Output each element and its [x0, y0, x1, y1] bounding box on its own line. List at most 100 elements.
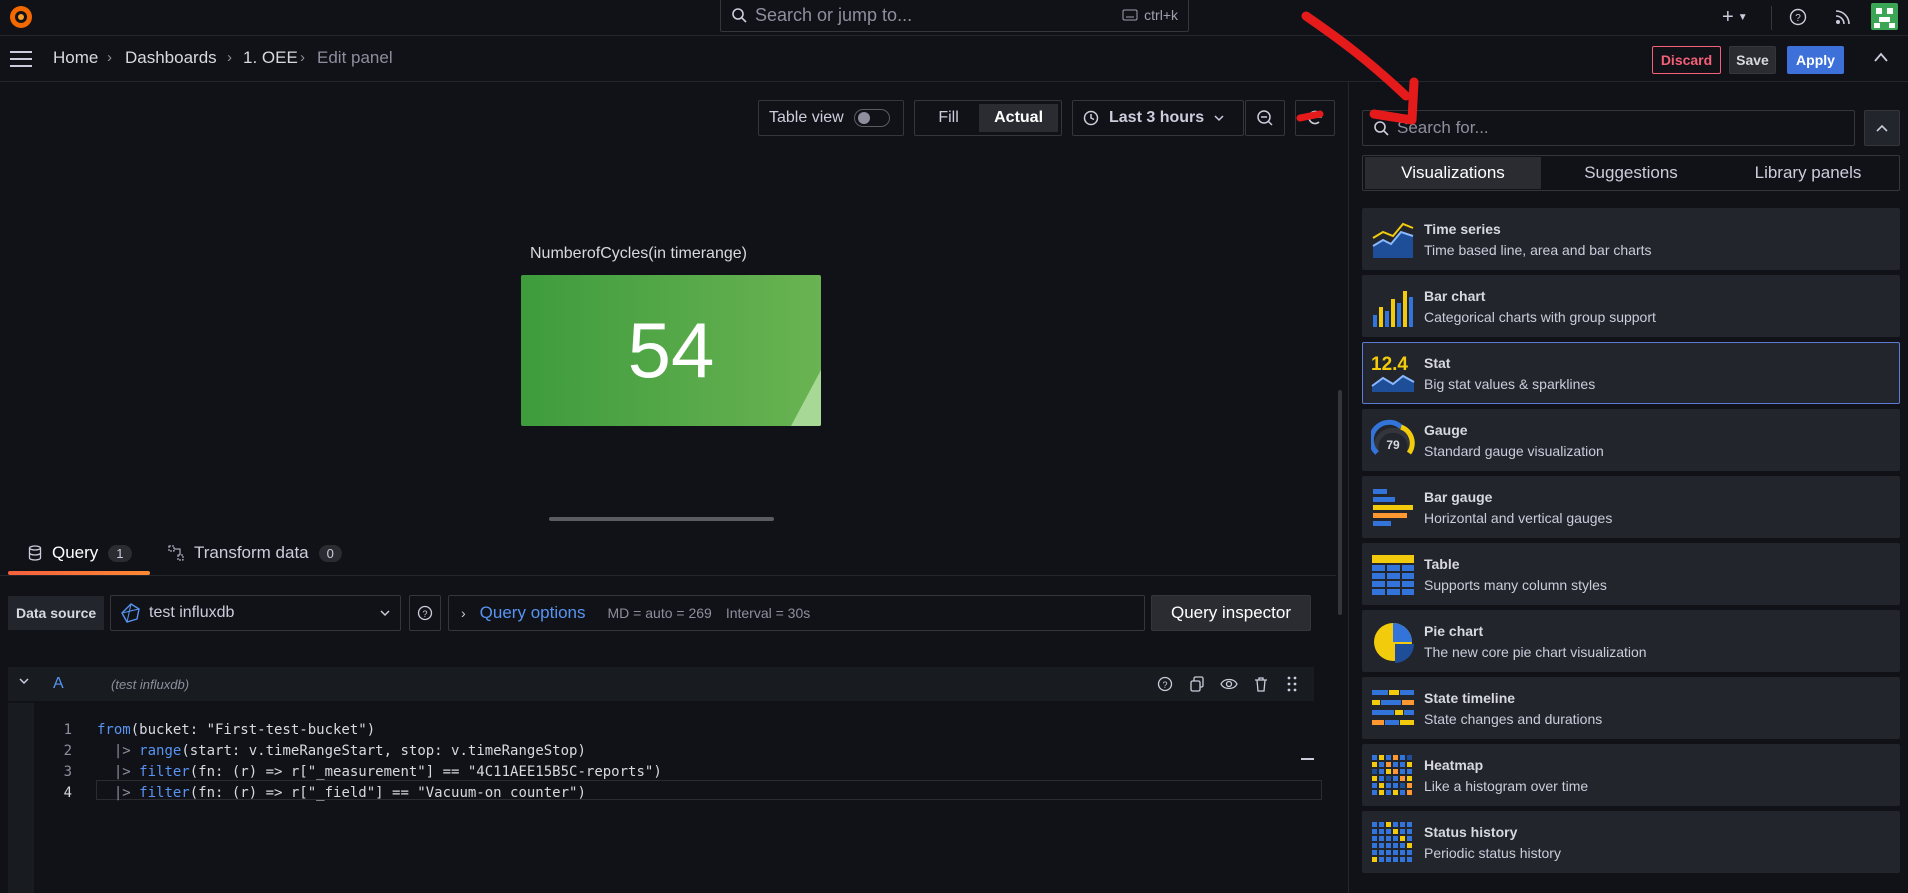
query-ref-id[interactable]: A — [53, 675, 64, 693]
user-avatar[interactable] — [1871, 3, 1898, 30]
code-line[interactable]: |> filter(fn: (r) => r["_measurement"] =… — [97, 764, 662, 780]
heatmap-icon — [1371, 754, 1415, 798]
code-line[interactable]: |> filter(fn: (r) => r["_field"] == "Vac… — [97, 785, 586, 801]
breadcrumb-separator: › — [107, 49, 112, 66]
visualization-title: Heatmap — [1424, 757, 1484, 773]
code-args: (start: v.timeRangeStart, stop: v.timeRa… — [181, 743, 586, 759]
code-keyword: range — [139, 743, 182, 759]
tab-query[interactable]: Query 1 — [28, 543, 132, 563]
visualization-card-table[interactable]: Table Supports many column styles — [1362, 543, 1900, 605]
code-pipe: |> — [97, 764, 140, 780]
visualization-card-heatmap[interactable]: Heatmap Like a histogram over time — [1362, 744, 1900, 806]
collapse-pane-button[interactable] — [1864, 110, 1900, 146]
tab-query-label: Query — [52, 543, 99, 562]
status-history-icon — [1371, 821, 1415, 865]
visualization-card-gauge[interactable]: 79 Gauge Standard gauge visualization — [1362, 409, 1900, 471]
top-bar: Search or jump to... ctrl+k + ▼ ? — [0, 0, 1908, 36]
visualization-card-time-series[interactable]: Time series Time based line, area and bar… — [1362, 208, 1900, 270]
query-inspector-button[interactable]: Query inspector — [1151, 595, 1311, 631]
transform-icon — [168, 545, 184, 561]
time-series-icon — [1371, 218, 1415, 262]
visualization-card-pie-chart[interactable]: Pie chart The new core pie chart visualiz… — [1362, 610, 1900, 672]
visualization-search-input[interactable]: Search for... — [1362, 110, 1855, 146]
annotation-arrow — [1296, 11, 1419, 125]
visualization-card-status-history[interactable]: Status history Periodic status history — [1362, 811, 1900, 873]
svg-text:?: ? — [422, 609, 427, 619]
pie-chart-icon — [1371, 620, 1415, 664]
help-icon: ? — [417, 605, 433, 621]
pane-resize-scrollbar[interactable] — [1338, 390, 1342, 615]
svg-text:?: ? — [1795, 13, 1801, 24]
apply-button[interactable]: Apply — [1787, 46, 1844, 74]
grafana-logo-icon[interactable] — [8, 4, 34, 30]
tab-transform-data[interactable]: Transform data 0 — [168, 543, 342, 563]
search-shortcut: ctrl+k — [1122, 7, 1178, 23]
table-icon — [1371, 553, 1415, 597]
duplicate-icon[interactable] — [1189, 676, 1205, 692]
breadcrumb-dashboards[interactable]: Dashboards — [125, 48, 217, 68]
visualization-description: Like a histogram over time — [1424, 778, 1589, 794]
eye-icon[interactable] — [1220, 677, 1238, 691]
chevron-down-icon — [380, 609, 390, 617]
tab-suggestions[interactable]: Suggestions — [1543, 157, 1719, 189]
panel-resize-handle[interactable] — [549, 517, 774, 521]
fill-actual-toggle-group: Fill Actual — [914, 100, 1062, 136]
help-icon[interactable]: ? — [1789, 8, 1807, 26]
zoom-out-icon — [1256, 109, 1274, 127]
discard-button[interactable]: Discard — [1652, 46, 1721, 74]
news-rss-icon[interactable] — [1834, 8, 1852, 26]
line-number: 4 — [63, 785, 72, 801]
time-range-picker[interactable]: Last 3 hours — [1072, 100, 1244, 136]
data-source-picker[interactable]: test influxdb — [110, 595, 401, 631]
visualization-title: Gauge — [1424, 422, 1468, 438]
visualization-card-bar-chart[interactable]: Bar chart Categorical charts with group s… — [1362, 275, 1900, 337]
breadcrumb-home[interactable]: Home — [53, 48, 98, 68]
gauge-icon-value: 79 — [1386, 438, 1400, 452]
global-search-input[interactable]: Search or jump to... ctrl+k — [720, 0, 1189, 32]
actual-option[interactable]: Actual — [979, 104, 1058, 132]
chevron-up-icon — [1876, 124, 1888, 132]
divider — [0, 575, 1336, 576]
data-source-help-button[interactable]: ? — [409, 595, 441, 631]
visualization-card-bar-gauge[interactable]: Bar gauge Horizontal and vertical gauges — [1362, 476, 1900, 538]
data-source-label: Data source — [8, 596, 105, 630]
save-button[interactable]: Save — [1729, 46, 1776, 74]
breadcrumb-current: Edit panel — [317, 48, 393, 67]
tab-query-count: 1 — [108, 544, 132, 562]
table-view-toggle[interactable]: Table view — [758, 100, 904, 136]
visualization-title: Time series — [1424, 221, 1501, 237]
code-pipe: |> — [97, 785, 140, 801]
chevron-down-icon[interactable] — [19, 677, 29, 685]
code-line[interactable]: from(bucket: "First-test-bucket") — [97, 722, 375, 738]
visualization-title: Bar gauge — [1424, 489, 1493, 505]
zoom-out-button[interactable] — [1245, 100, 1285, 136]
drag-handle-icon[interactable] — [1287, 676, 1297, 692]
code-args: (bucket: "First-test-bucket") — [130, 722, 376, 738]
menu-icon[interactable] — [10, 50, 32, 68]
new-menu-button[interactable]: + ▼ — [1722, 6, 1748, 29]
panel-title[interactable]: NumberofCycles(in timerange) — [530, 245, 747, 263]
visualization-description: Horizontal and vertical gauges — [1424, 510, 1613, 526]
stat-value: 54 — [627, 306, 715, 394]
toggle-switch[interactable] — [853, 109, 890, 127]
trash-icon[interactable] — [1253, 676, 1269, 692]
fill-option[interactable]: Fill — [918, 109, 979, 127]
visualization-description: Time based line, area and bar charts — [1424, 242, 1652, 258]
breadcrumb-dashboard[interactable]: 1. OEE — [243, 48, 298, 68]
plus-icon: + — [1722, 6, 1734, 28]
visualization-description: Supports many column styles — [1424, 577, 1607, 593]
query-options-md: MD = auto = 269 — [607, 605, 712, 621]
svg-text:?: ? — [1162, 680, 1167, 690]
query-options-label[interactable]: Query options — [480, 603, 586, 623]
chevron-up-icon[interactable] — [1873, 51, 1889, 63]
tab-visualizations[interactable]: Visualizations — [1365, 157, 1541, 189]
visualization-card-stat[interactable]: 12.4 Stat Big stat values & sparklines — [1362, 342, 1900, 404]
code-args: (fn: (r) => r["_field"] == "Vacuum-on co… — [189, 785, 586, 801]
visualization-card-state-timeline[interactable]: State timeline State changes and duration… — [1362, 677, 1900, 739]
code-line[interactable]: |> range(start: v.timeRangeStart, stop: … — [97, 743, 586, 759]
query-options-bar[interactable]: › Query options MD = auto = 269 Interval… — [448, 595, 1145, 631]
chevron-down-icon: ▼ — [1737, 12, 1748, 23]
line-number: 1 — [63, 722, 72, 738]
tab-library-panels[interactable]: Library panels — [1720, 157, 1896, 189]
help-icon[interactable]: ? — [1157, 676, 1173, 692]
